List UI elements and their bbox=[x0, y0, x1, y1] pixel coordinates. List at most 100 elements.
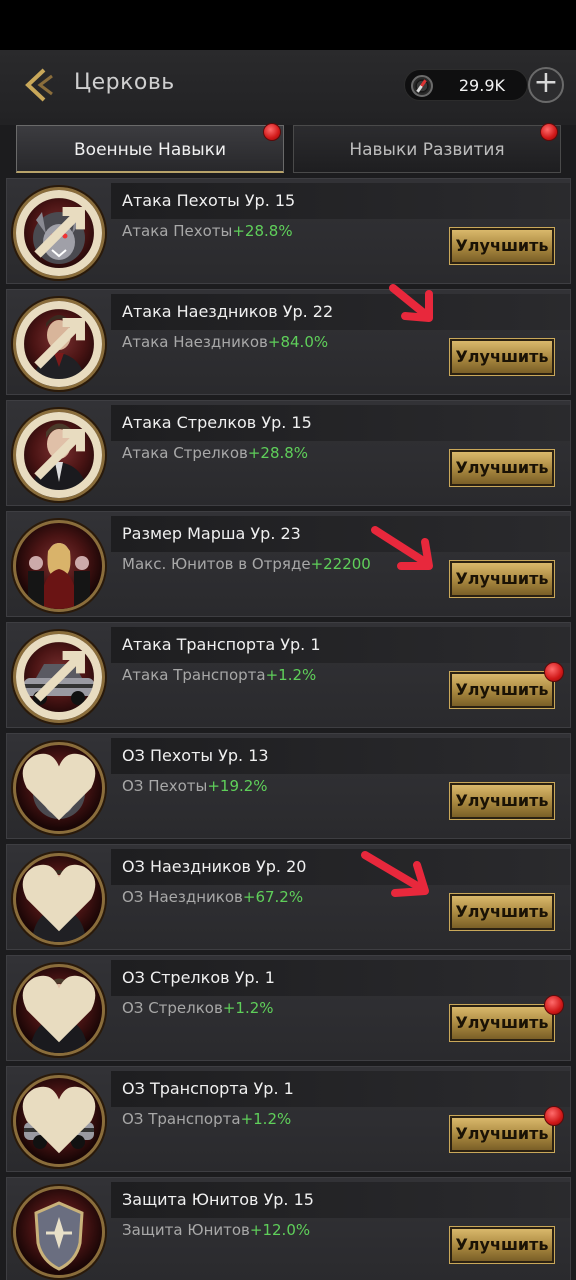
back-button[interactable] bbox=[18, 64, 60, 106]
skill-row[interactable]: Размер Марша Ур. 23 Макс. Юнитов в Отряде… bbox=[6, 511, 571, 617]
notification-dot bbox=[263, 123, 281, 141]
skill-portrait bbox=[13, 631, 105, 723]
skill-title: Атака Стрелков Ур. 15 bbox=[122, 413, 312, 432]
skill-bonus: +1.2% bbox=[265, 666, 317, 684]
skill-portrait bbox=[13, 742, 105, 834]
currency-value: 29.9K bbox=[458, 76, 505, 95]
tab-label: Навыки Развития bbox=[349, 140, 505, 160]
skill-row[interactable]: Защита Юнитов Ур. 15 Защита Юнитов+12.0% У… bbox=[6, 1177, 571, 1280]
skill-row[interactable]: Атака Пехоты Ур. 15 Атака Пехоты+28.8% Улу… bbox=[6, 178, 571, 284]
skill-row[interactable]: ОЗ Наездников Ур. 20 ОЗ Наездников+67.2% У… bbox=[6, 844, 571, 950]
notification-dot bbox=[540, 123, 558, 141]
skill-bonus: +67.2% bbox=[242, 888, 304, 906]
upgrade-label: Улучшить bbox=[455, 1013, 549, 1032]
upgrade-label: Улучшить bbox=[455, 791, 549, 810]
skill-title: Размер Марша Ур. 23 bbox=[122, 524, 301, 543]
skill-title: Атака Пехоты Ур. 15 bbox=[122, 191, 296, 210]
skill-stat: Защита Юнитов bbox=[122, 1221, 250, 1239]
upgrade-button[interactable]: Улучшить bbox=[449, 227, 555, 265]
skill-row[interactable]: Атака Транспорта Ур. 1 Атака Транспорта+1… bbox=[6, 622, 571, 728]
upgrade-label: Улучшить bbox=[455, 680, 549, 699]
skill-description: Атака Пехоты+28.8% bbox=[122, 222, 293, 240]
upgrade-button[interactable]: Улучшить bbox=[449, 1226, 555, 1264]
skill-title: Атака Наездников Ур. 22 bbox=[122, 302, 334, 321]
annotation-arrow bbox=[389, 284, 433, 322]
attack-badge-icon bbox=[16, 412, 102, 498]
skill-stat: ОЗ Транспорта bbox=[122, 1110, 241, 1128]
skill-bonus: +12.0% bbox=[249, 1221, 311, 1239]
skill-description: ОЗ Транспорта+1.2% bbox=[122, 1110, 291, 1128]
upgrade-button[interactable]: Улучшить bbox=[449, 782, 555, 820]
tab-development-skills[interactable]: Навыки Развития bbox=[293, 123, 561, 173]
tab-label: Военные Навыки bbox=[74, 140, 226, 160]
skill-row[interactable]: Атака Наездников Ур. 22 Атака Наездников+… bbox=[6, 289, 571, 395]
upgrade-label: Улучшить bbox=[455, 902, 549, 921]
annotation-arrow bbox=[361, 851, 429, 897]
skill-portrait bbox=[13, 1075, 105, 1167]
skill-title: Атака Транспорта Ур. 1 bbox=[122, 635, 321, 654]
skill-row[interactable]: Атака Стрелков Ур. 15 Атака Стрелков+28.8… bbox=[6, 400, 571, 506]
skill-portrait bbox=[13, 1186, 105, 1278]
skill-title: ОЗ Пехоты Ур. 13 bbox=[122, 746, 269, 765]
skill-description: ОЗ Стрелков+1.2% bbox=[122, 999, 274, 1017]
upgrade-button[interactable]: Улучшить bbox=[449, 995, 564, 1042]
skill-title: Защита Юнитов Ур. 15 bbox=[122, 1190, 314, 1209]
skill-row[interactable]: ОЗ Пехоты Ур. 13 ОЗ Пехоты+19.2% Улучшить bbox=[6, 733, 571, 839]
skill-description: ОЗ Наездников+67.2% bbox=[122, 888, 303, 906]
heart-badge-icon bbox=[22, 1086, 96, 1154]
upgrade-label: Улучшить bbox=[455, 347, 549, 366]
skill-title: ОЗ Стрелков Ур. 1 bbox=[122, 968, 275, 987]
skill-stat: Атака Стрелков bbox=[122, 444, 248, 462]
skill-description: Защита Юнитов+12.0% bbox=[122, 1221, 310, 1239]
upgrade-button[interactable]: Улучшить bbox=[449, 662, 564, 709]
skill-bonus: +1.2% bbox=[240, 1110, 292, 1128]
group-portrait-icon bbox=[28, 543, 90, 609]
page-title: Церковь bbox=[74, 70, 175, 95]
heart-badge-icon bbox=[22, 864, 96, 932]
skill-stat: Атака Наездников bbox=[122, 333, 268, 351]
back-arrow-icon bbox=[25, 68, 53, 102]
skill-bonus: +28.8% bbox=[232, 222, 293, 240]
skill-stat: ОЗ Стрелков bbox=[122, 999, 223, 1017]
skill-title: ОЗ Транспорта Ур. 1 bbox=[122, 1079, 294, 1098]
tab-military-skills[interactable]: Военные Навыки bbox=[16, 123, 284, 173]
skill-stat: Атака Транспорта bbox=[122, 666, 266, 684]
attack-badge-icon bbox=[16, 190, 102, 276]
skill-bonus: +28.8% bbox=[247, 444, 309, 462]
currency-display: 29.9K bbox=[404, 69, 528, 101]
skill-row[interactable]: ОЗ Транспорта Ур. 1 ОЗ Транспорта+1.2% Улу… bbox=[6, 1066, 571, 1172]
upgrade-label: Улучшить bbox=[455, 1124, 549, 1143]
skill-stat: ОЗ Наездников bbox=[122, 888, 243, 906]
skill-description: Атака Стрелков+28.8% bbox=[122, 444, 308, 462]
skill-portrait bbox=[13, 853, 105, 945]
attack-badge-icon bbox=[16, 301, 102, 387]
skill-portrait bbox=[13, 520, 105, 612]
add-currency-button[interactable]: + bbox=[528, 67, 564, 103]
upgrade-button[interactable]: Улучшить bbox=[449, 449, 555, 487]
plus-icon: + bbox=[533, 65, 559, 100]
skill-stat: ОЗ Пехоты bbox=[122, 777, 208, 795]
annotation-arrow bbox=[371, 526, 433, 570]
upgrade-button[interactable]: Улучшить bbox=[449, 560, 555, 598]
upgrade-button[interactable]: Улучшить bbox=[449, 338, 555, 376]
skill-description: ОЗ Пехоты+19.2% bbox=[122, 777, 268, 795]
skill-stat: Макс. Юнитов в Отряде bbox=[122, 555, 311, 573]
heart-badge-icon bbox=[22, 975, 96, 1043]
skill-description: Макс. Юнитов в Отряде+22200 bbox=[122, 555, 371, 573]
skill-bonus: +1.2% bbox=[222, 999, 274, 1017]
skill-bonus: +84.0% bbox=[267, 333, 329, 351]
skill-bonus: +22200 bbox=[310, 555, 371, 573]
skill-title: ОЗ Наездников Ур. 20 bbox=[122, 857, 307, 876]
skill-row[interactable]: ОЗ Стрелков Ур. 1 ОЗ Стрелков+1.2% Улучшит… bbox=[6, 955, 571, 1061]
upgrade-label: Улучшить bbox=[455, 569, 549, 588]
upgrade-button[interactable]: Улучшить bbox=[449, 893, 555, 931]
compass-icon bbox=[411, 75, 433, 97]
notification-dot bbox=[544, 1106, 564, 1126]
shield-portrait-icon bbox=[34, 1201, 84, 1271]
system-status-bar bbox=[0, 0, 576, 50]
skill-portrait bbox=[13, 187, 105, 279]
heart-badge-icon bbox=[22, 753, 96, 821]
upgrade-button[interactable]: Улучшить bbox=[449, 1106, 564, 1153]
upgrade-label: Улучшить bbox=[455, 1235, 549, 1254]
skill-description: Атака Транспорта+1.2% bbox=[122, 666, 316, 684]
